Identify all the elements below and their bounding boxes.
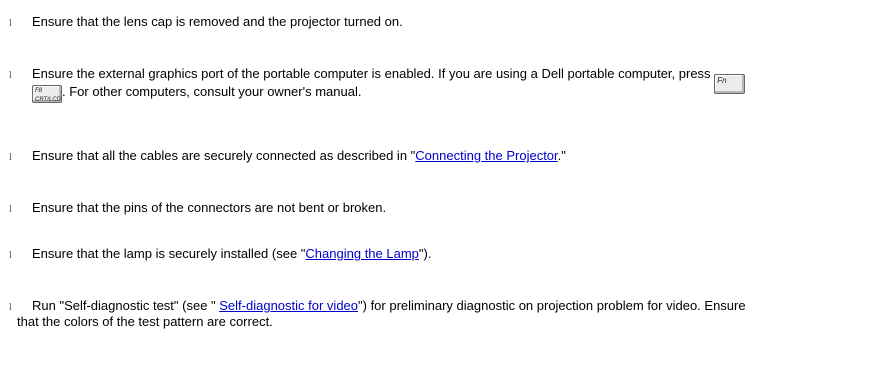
item-text: Ensure the external graphics port of the…: [32, 66, 711, 81]
item-text: that the colors of the test pattern are …: [17, 314, 273, 329]
item-text: ") for preliminary diagnostic on project…: [358, 298, 746, 313]
item-text: Ensure that the lamp is securely install…: [32, 246, 306, 261]
item-text: Ensure that the lens cap is removed and …: [32, 14, 403, 29]
connecting-the-projector-link[interactable]: Connecting the Projector: [415, 148, 557, 163]
item-text: Ensure that the pins of the connectors a…: [32, 200, 387, 215]
bullet: l: [9, 70, 12, 81]
changing-the-lamp-link[interactable]: Changing the Lamp: [305, 246, 418, 261]
item-text: Run "Self-diagnostic test" (see ": [32, 298, 220, 313]
bullet: l: [9, 250, 12, 261]
key-label: CRT/LCD: [35, 97, 61, 103]
key-label: F8: [35, 88, 43, 94]
bullet: l: [9, 204, 12, 215]
f8-crt-lcd-key-icon: F8 CRT/LCD: [32, 85, 62, 103]
item-text: . For other computers, consult your owne…: [62, 84, 362, 99]
item-text: .": [557, 148, 566, 163]
bullet: l: [9, 152, 12, 163]
bullet: l: [9, 302, 12, 313]
item-text: Ensure that all the cables are securely …: [32, 148, 416, 163]
bullet: l: [9, 18, 12, 29]
self-diagnostic-for-video-link[interactable]: Self-diagnostic for video: [219, 298, 358, 313]
item-text: ").: [418, 246, 432, 261]
